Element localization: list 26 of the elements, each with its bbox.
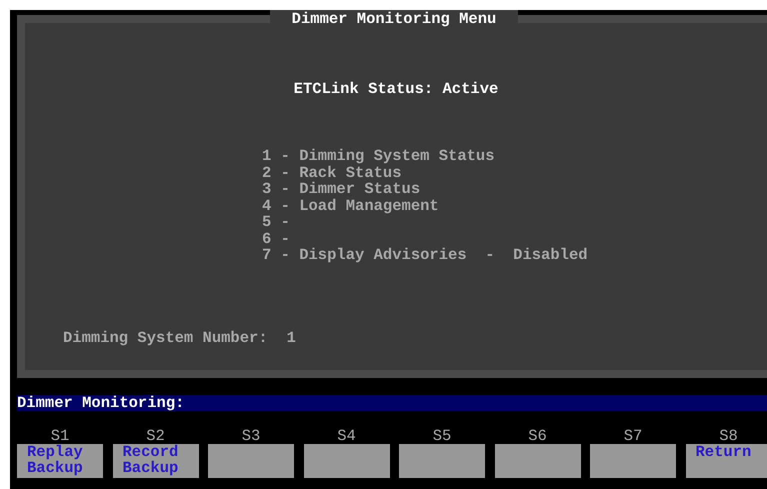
- softkey-button[interactable]: [304, 444, 390, 478]
- menu-item[interactable]: 7 - Display Advisories - Disabled: [262, 247, 588, 264]
- softkey-label: S5: [432, 428, 452, 444]
- softkey-label: S6: [528, 428, 547, 444]
- field-label: Dimming System Number:: [63, 328, 268, 346]
- menu-item[interactable]: 6 -: [262, 230, 588, 247]
- menu-item[interactable]: 2 - Rack Status: [262, 164, 588, 181]
- softkey-label: S8: [719, 428, 738, 444]
- softkey-button[interactable]: [590, 444, 676, 478]
- softkey-button[interactable]: Record Backup: [112, 444, 198, 478]
- softkey-button[interactable]: Return: [686, 444, 767, 478]
- softkey-label: S3: [242, 428, 260, 444]
- softkey-button[interactable]: [399, 444, 485, 478]
- softkey-button[interactable]: [494, 444, 580, 478]
- field-value: 1: [286, 328, 296, 346]
- menu-item[interactable]: 1 - Dimming System Status: [262, 148, 588, 164]
- menu-item[interactable]: 3 - Dimmer Status: [262, 181, 588, 198]
- softkey-button[interactable]: Replay Backup: [17, 444, 103, 478]
- menu-item[interactable]: 4 - Load Management: [262, 198, 588, 214]
- softkey-button[interactable]: [208, 444, 294, 478]
- status-text: ETCLink Status: Active: [294, 80, 498, 98]
- softkey-label: S1: [50, 428, 70, 444]
- softkey-label: S2: [146, 428, 165, 444]
- softkey-label: S4: [337, 428, 356, 444]
- softkey-label: S7: [624, 428, 642, 444]
- menu-item[interactable]: 5 -: [262, 214, 588, 230]
